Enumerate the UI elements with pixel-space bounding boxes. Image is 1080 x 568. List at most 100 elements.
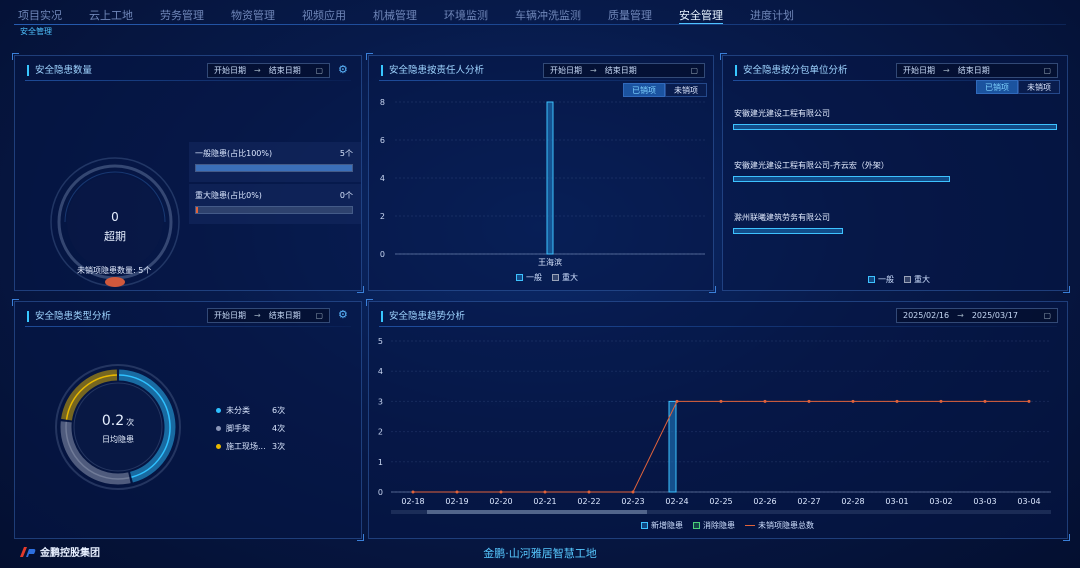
arrow-right-icon: → bbox=[957, 311, 964, 320]
closed-status-toggle[interactable]: 已销项 未销项 bbox=[623, 83, 707, 97]
nav-item[interactable]: 质量管理 bbox=[608, 8, 652, 24]
by-type-panel: 安全隐患类型分析 开始日期 → 结束日期 ▢ ⚙ 0.2 次 日均隐患 未分类 6次… bbox=[12, 299, 364, 541]
panel-title: 安全隐患类型分析 bbox=[27, 311, 111, 322]
x-tick-label: 02-24 bbox=[665, 497, 688, 506]
x-tick-label: 02-20 bbox=[489, 497, 512, 506]
site-title: 金鹏·山河雅居智慧工地 bbox=[483, 547, 597, 560]
trend-chart: 0 1 2 3 4 5 02-18 02-19 02-20 02-21 02-22 02-23 02-2… bbox=[378, 337, 1051, 506]
subcontractor-name: 安徽建光建设工程有限公司 bbox=[734, 109, 830, 118]
nav-item[interactable]: 劳务管理 bbox=[160, 8, 204, 24]
daily-avg-label: 日均隐患 bbox=[102, 435, 134, 444]
x-tick-label: 03-02 bbox=[929, 497, 952, 506]
hazard-count-panel: 安全隐患数量 开始日期 → 结束日期 ▢ ⚙ 0 超期 一般隐患(占比100%)… bbox=[12, 53, 364, 293]
calendar-icon: ▢ bbox=[1043, 66, 1051, 75]
major-hazard-fill bbox=[196, 207, 198, 213]
nav-item[interactable]: 视频应用 bbox=[302, 8, 346, 24]
by-subcontractor-panel: 安全隐患按分包单位分析 开始日期 → 结束日期 ▢ 已销项 未销项 安徽建光建设… bbox=[720, 53, 1070, 293]
calendar-icon: ▢ bbox=[315, 311, 323, 320]
date-range-picker[interactable]: 开始日期 → 结束日期 ▢ bbox=[543, 63, 705, 78]
nav-item[interactable]: 进度计划 bbox=[750, 8, 794, 24]
nav-item[interactable]: 云上工地 bbox=[89, 8, 133, 24]
closed-status-toggle[interactable]: 已销项 未销项 bbox=[976, 80, 1060, 94]
date-range-picker[interactable]: 2025/02/16 → 2025/03/17 ▢ bbox=[896, 308, 1058, 323]
toggle-closed[interactable]: 已销项 bbox=[976, 80, 1018, 94]
arrow-right-icon: → bbox=[943, 66, 950, 75]
end-date[interactable]: 结束日期 bbox=[958, 65, 990, 76]
toggle-unclosed[interactable]: 未销项 bbox=[665, 83, 707, 97]
type-legend: 未分类 6次 脚手架 4次 施工现场... 3次 bbox=[216, 401, 285, 455]
date-range-picker[interactable]: 开始日期 → 结束日期 ▢ bbox=[207, 308, 330, 323]
arrow-right-icon: → bbox=[254, 311, 261, 320]
legend-new: 新增隐患 bbox=[641, 520, 683, 531]
start-date[interactable]: 开始日期 bbox=[214, 310, 246, 321]
by-person-panel: 安全隐患按责任人分析 开始日期 → 结束日期 ▢ 已销项 未销项 0 2 4 6 8 王海… bbox=[366, 53, 716, 293]
legend-general: 一般 bbox=[868, 274, 894, 285]
scrollbar-thumb[interactable] bbox=[427, 510, 647, 514]
x-tick-label: 02-18 bbox=[401, 497, 424, 506]
end-date[interactable]: 结束日期 bbox=[269, 310, 301, 321]
nav-item[interactable]: 机械管理 bbox=[373, 8, 417, 24]
start-date[interactable]: 开始日期 bbox=[214, 65, 246, 76]
gear-icon[interactable]: ⚙ bbox=[338, 308, 348, 321]
legend-general: 一般 bbox=[516, 272, 542, 283]
gear-icon[interactable]: ⚙ bbox=[338, 63, 348, 76]
legend-dot bbox=[216, 425, 221, 431]
start-date[interactable]: 2025/02/16 bbox=[903, 311, 949, 320]
end-date[interactable]: 2025/03/17 bbox=[972, 311, 1018, 320]
general-hazard-label: 一般隐患(占比100%) bbox=[195, 149, 273, 158]
subcontractor-name: 安徽建光建设工程有限公司-齐云宏（外架） bbox=[734, 161, 889, 170]
panel-title: 安全隐患按责任人分析 bbox=[381, 65, 484, 76]
x-tick-label: 03-03 bbox=[973, 497, 996, 506]
major-hazard-label: 重大隐患(占比0%) bbox=[195, 191, 262, 200]
y-tick-label: 3 bbox=[378, 397, 383, 406]
type-name: 脚手架 bbox=[226, 423, 250, 433]
line-point bbox=[807, 399, 811, 403]
line-point bbox=[411, 490, 415, 494]
start-date[interactable]: 开始日期 bbox=[903, 65, 935, 76]
x-tick-label: 02-21 bbox=[533, 497, 556, 506]
x-tick-label: 02-25 bbox=[709, 497, 732, 506]
line-point bbox=[939, 399, 943, 403]
trend-panel: 安全隐患趋势分析 2025/02/16 → 2025/03/17 ▢ 0 1 2 3 4… bbox=[366, 299, 1070, 541]
major-hazard-stat: 重大隐患(占比0%) 0个 bbox=[189, 184, 361, 224]
person-chart: 0 2 4 6 8 王海滨 bbox=[380, 98, 705, 267]
general-hazard-fill bbox=[196, 165, 352, 171]
subcontractor-bar bbox=[733, 124, 1057, 130]
nav-item[interactable]: 物资管理 bbox=[231, 8, 275, 24]
x-tick-label: 03-04 bbox=[1017, 497, 1040, 506]
title-divider bbox=[25, 326, 351, 327]
date-range-picker[interactable]: 开始日期 → 结束日期 ▢ bbox=[896, 63, 1058, 78]
toggle-unclosed[interactable]: 未销项 bbox=[1018, 80, 1060, 94]
major-hazard-count: 0个 bbox=[339, 191, 353, 200]
chart-scrollbar[interactable] bbox=[391, 510, 1051, 514]
toggle-closed[interactable]: 已销项 bbox=[623, 83, 665, 97]
line-point bbox=[895, 399, 899, 403]
nav-item[interactable]: 安全管理 bbox=[679, 8, 723, 24]
nav-item[interactable]: 车辆冲洗监测 bbox=[515, 8, 581, 24]
line-point bbox=[851, 399, 855, 403]
legend-resolved: 消除隐患 bbox=[693, 520, 735, 531]
legend-major: 重大 bbox=[552, 272, 578, 283]
start-date[interactable]: 开始日期 bbox=[550, 65, 582, 76]
x-tick-label: 02-26 bbox=[753, 497, 776, 506]
line-point bbox=[455, 490, 459, 494]
end-date[interactable]: 结束日期 bbox=[605, 65, 637, 76]
daily-avg-unit: 次 bbox=[126, 418, 135, 427]
type-count: 3次 bbox=[272, 441, 286, 451]
legend-label: 一般 bbox=[526, 273, 542, 282]
general-hazard-stat: 一般隐患(占比100%) 5个 bbox=[189, 142, 361, 182]
nav-item[interactable]: 环境监测 bbox=[444, 8, 488, 24]
date-range-picker[interactable]: 开始日期 → 结束日期 ▢ bbox=[207, 63, 330, 78]
line-point bbox=[499, 490, 503, 494]
legend-label: 消除隐患 bbox=[703, 521, 735, 530]
y-tick-label: 5 bbox=[378, 337, 383, 346]
nav-item[interactable]: 项目实况 bbox=[18, 8, 62, 24]
y-tick-label: 4 bbox=[380, 174, 385, 183]
major-hazard-bar bbox=[195, 206, 353, 214]
line-point bbox=[543, 490, 547, 494]
end-date[interactable]: 结束日期 bbox=[269, 65, 301, 76]
calendar-icon: ▢ bbox=[315, 66, 323, 75]
x-tick-label: 02-27 bbox=[797, 497, 820, 506]
type-name: 未分类 bbox=[226, 405, 250, 415]
general-hazard-count: 5个 bbox=[339, 149, 353, 158]
